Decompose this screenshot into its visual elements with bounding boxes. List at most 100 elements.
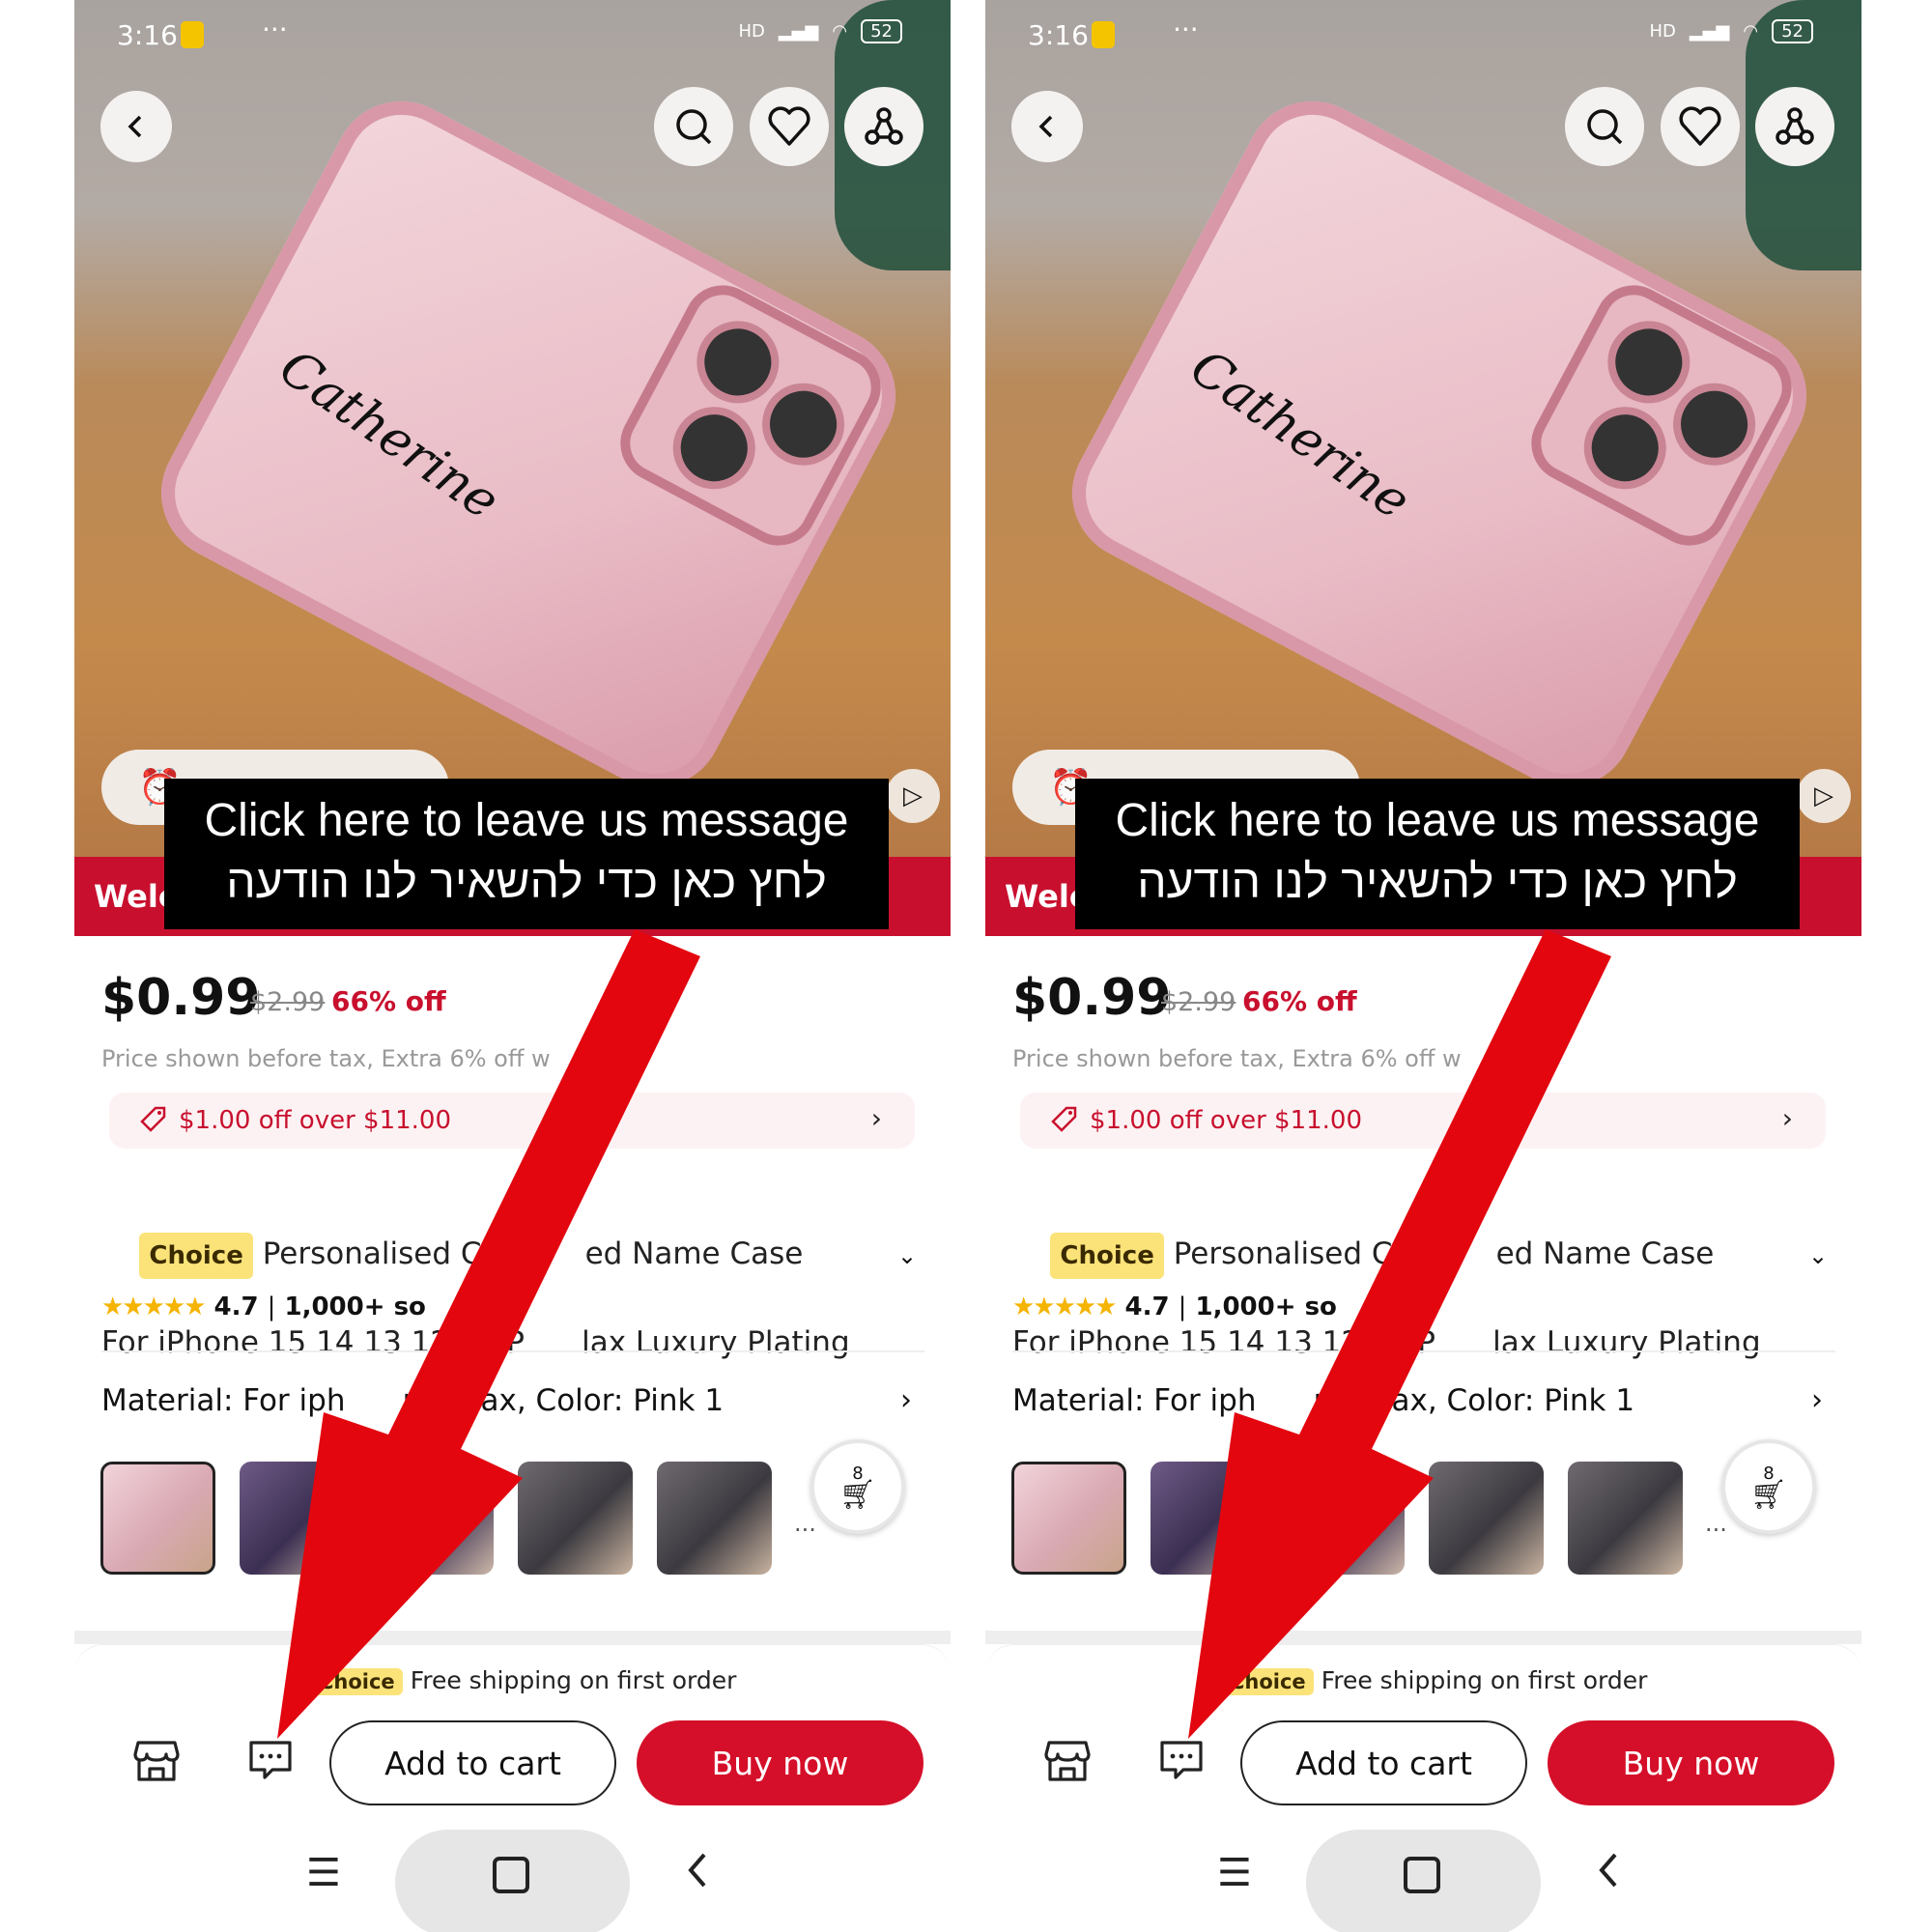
rating-value: 4.7 [213, 1293, 259, 1321]
screenshot-left: Catherine 3:16 ··· HD ▂▄▆ ◠ 52 ⏰ ▷ Welc … [74, 0, 951, 1932]
floating-cart-button[interactable]: 8 🛒︎ [810, 1439, 905, 1534]
expand-title-button[interactable]: ⌄ [1808, 1242, 1828, 1269]
heart-icon [768, 106, 810, 146]
play-icon: ▷ [1814, 781, 1833, 810]
chat-icon [1160, 1741, 1203, 1779]
chevron-down-icon: ⌄ [1808, 1242, 1829, 1269]
app-notification-icon [1092, 21, 1115, 48]
original-price: $2.99 [250, 987, 326, 1017]
variant-thumbnail[interactable] [1290, 1462, 1405, 1575]
store-icon [1044, 1741, 1091, 1781]
play-video-button[interactable]: ▷ [1797, 769, 1851, 823]
back-nav-button[interactable] [683, 1851, 712, 1899]
variant-thumbnail[interactable] [1151, 1462, 1265, 1575]
share-button[interactable] [844, 87, 923, 166]
search-button[interactable] [654, 87, 733, 166]
discount-label: 66% off [331, 985, 446, 1017]
cart-icon: 🛒︎ [1749, 1478, 1788, 1512]
screenshot-right: Catherine 3:16 ··· HD ▂▄▆ ◠ 52 ⏰ ▷ Welc … [985, 0, 1861, 1932]
choice-badge: Choice [311, 1668, 403, 1695]
tag-icon [138, 1104, 167, 1142]
more-notifications-icon: ··· [1173, 14, 1199, 45]
coupon-banner[interactable]: $1.00 off over $11.00 › [1020, 1093, 1826, 1149]
home-icon[interactable] [493, 1857, 529, 1893]
tax-note: Price shown before tax, Extra 6% off w n… [1012, 1045, 1548, 1072]
sold-count: 1,000+ so [1195, 1293, 1337, 1321]
star-rating-icon: ★★★★★ [1012, 1293, 1118, 1321]
sold-count: 1,000+ so [284, 1293, 426, 1321]
floating-cart-button[interactable]: 8 🛒︎ [1721, 1439, 1816, 1534]
share-button[interactable] [1755, 87, 1834, 166]
chevron-right-icon[interactable]: › [1811, 1383, 1823, 1417]
variant-thumbnail[interactable] [1568, 1462, 1683, 1575]
status-bar: 3:16 ··· HD ▂▄▆ ◠ 52 [117, 14, 902, 51]
share-icon [865, 107, 903, 145]
message-button[interactable] [1158, 1739, 1205, 1793]
wifi-icon: ◠ [1743, 21, 1759, 42]
variant-selector[interactable]: Material: For iph promax, Color: Pink 1 [101, 1383, 724, 1418]
title-line-1: Personalised Cust ed Name Case [1173, 1236, 1715, 1271]
star-rating-icon: ★★★★★ [101, 1293, 207, 1321]
back-button[interactable] [1011, 91, 1083, 162]
tag-icon [1049, 1104, 1078, 1142]
variant-thumbnail[interactable] [100, 1462, 215, 1575]
shipping-info: Choice Free shipping on first order [1222, 1666, 1647, 1695]
expand-title-button[interactable]: ⌄ [897, 1242, 917, 1269]
signal-icon: HD [1649, 21, 1676, 42]
variant-thumbnail[interactable] [379, 1462, 494, 1575]
add-to-cart-button[interactable]: Add to cart [1240, 1720, 1527, 1805]
search-button[interactable] [1565, 87, 1644, 166]
title-line-2: For iPhone 15 14 13 12 11 P lax Luxury P… [1012, 1325, 1761, 1360]
home-icon[interactable] [1404, 1857, 1440, 1893]
variant-thumbnail[interactable] [518, 1462, 633, 1575]
more-notifications-icon: ··· [262, 14, 288, 45]
leave-message-callout: Click here to leave us message לחץ כאן כ… [164, 779, 889, 929]
chevron-left-icon [688, 1853, 706, 1888]
choice-badge: Choice [139, 1233, 253, 1279]
chevron-right-icon: › [870, 1102, 882, 1134]
more-variants-icon[interactable]: ··· [794, 1517, 816, 1544]
divider [101, 1350, 924, 1352]
variant-selector[interactable]: Material: For iph promax, Color: Pink 1 [1012, 1383, 1634, 1418]
coupon-banner[interactable]: $1.00 off over $11.00 › [109, 1093, 915, 1149]
chevron-left-icon [1038, 115, 1053, 138]
coupon-text: $1.00 off over $11.00 [179, 1106, 452, 1135]
callout-hebrew: לחץ כאן כדי להשאיר לנו הודעה [226, 857, 827, 908]
battery-icon: 52 [861, 19, 902, 43]
leave-message-callout: Click here to leave us message לחץ כאן כ… [1075, 779, 1800, 929]
battery-icon: 52 [1772, 19, 1813, 43]
add-to-cart-button[interactable]: Add to cart [329, 1720, 616, 1805]
section-separator [985, 1631, 1861, 1644]
rating-row[interactable]: ★★★★★ 4.7 | 1,000+ so [1012, 1293, 1337, 1321]
store-button[interactable] [132, 1739, 181, 1793]
store-icon [133, 1741, 180, 1781]
buy-now-button[interactable]: Buy now [637, 1720, 923, 1805]
recent-apps-button[interactable]: ☰ [1217, 1851, 1252, 1895]
play-video-button[interactable]: ▷ [886, 769, 940, 823]
back-button[interactable] [100, 91, 172, 162]
more-variants-icon[interactable]: ··· [1705, 1517, 1727, 1544]
wishlist-button[interactable] [750, 87, 829, 166]
variant-thumbnail[interactable] [1011, 1462, 1126, 1575]
wishlist-button[interactable] [1661, 87, 1740, 166]
back-nav-button[interactable] [1594, 1851, 1623, 1899]
buy-now-button[interactable]: Buy now [1548, 1720, 1834, 1805]
variant-thumbnail[interactable] [657, 1462, 772, 1575]
chevron-right-icon[interactable]: › [900, 1383, 912, 1417]
chevron-down-icon: ⌄ [897, 1242, 918, 1269]
recent-apps-button[interactable]: ☰ [306, 1851, 341, 1895]
title-line-2: For iPhone 15 14 13 12 11 P lax Luxury P… [101, 1325, 850, 1360]
share-icon [1776, 107, 1814, 145]
chevron-right-icon: › [1781, 1102, 1793, 1134]
store-button[interactable] [1043, 1739, 1092, 1793]
message-button[interactable] [247, 1739, 294, 1793]
heart-icon [1679, 106, 1721, 146]
play-icon: ▷ [903, 781, 923, 810]
variant-thumbnail[interactable] [1429, 1462, 1544, 1575]
rating-row[interactable]: ★★★★★ 4.7 | 1,000+ so [101, 1293, 426, 1321]
status-time: 3:16 [1028, 19, 1089, 51]
signal-2-icon: ▂▄▆ [778, 21, 819, 42]
current-price: $0.99 [1012, 969, 1172, 1027]
variant-thumbnail[interactable] [240, 1462, 355, 1575]
rating-value: 4.7 [1124, 1293, 1170, 1321]
